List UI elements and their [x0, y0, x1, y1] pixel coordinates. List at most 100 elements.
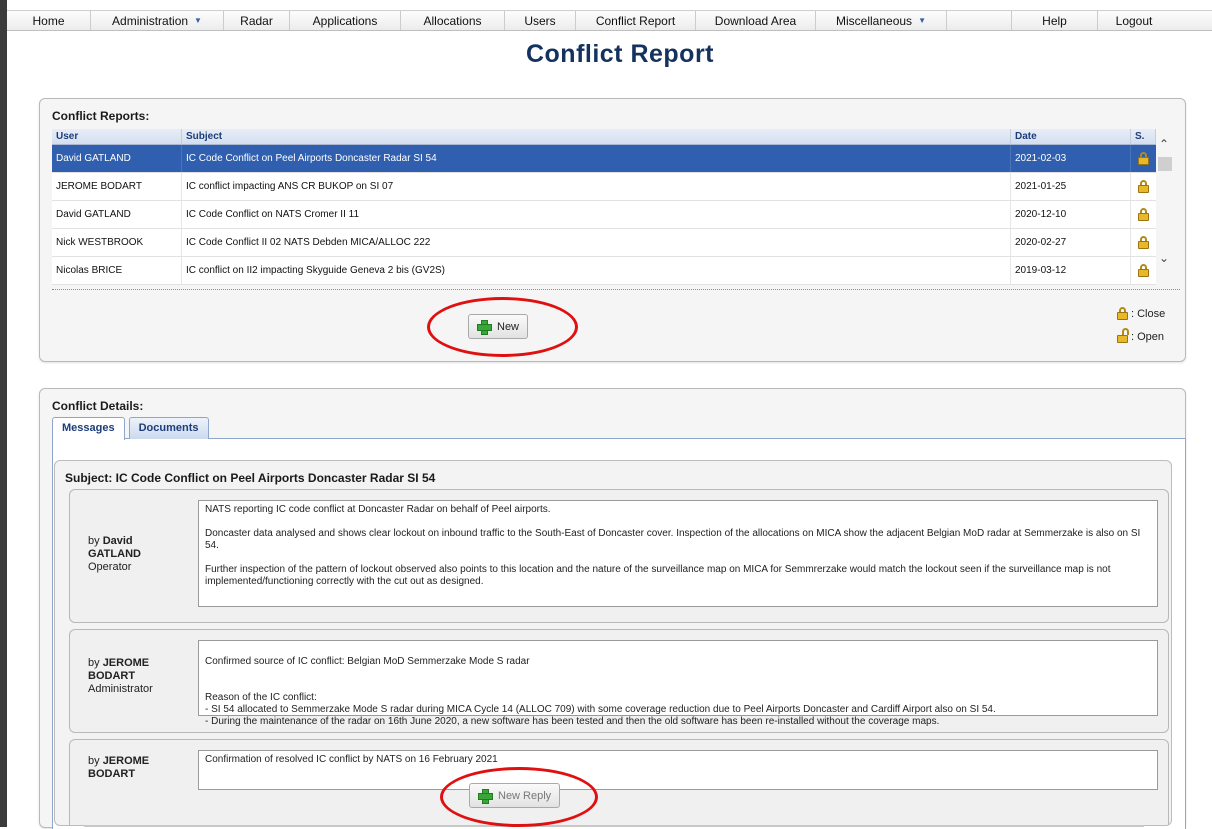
nav-label: Conflict Report: [595, 13, 676, 28]
column-header-subject[interactable]: Subject: [182, 129, 1011, 144]
cell-user: David GATLAND: [52, 201, 182, 228]
table-row[interactable]: JEROME BODART IC conflict impacting ANS …: [52, 173, 1156, 201]
cell-status: [1131, 201, 1156, 228]
new-reply-label: New Reply: [498, 789, 552, 802]
new-button-label: New: [497, 320, 520, 333]
nav-administration[interactable]: Administration ▼: [91, 11, 224, 30]
nav-help[interactable]: Help: [1012, 11, 1098, 30]
window-left-edge: [0, 0, 7, 827]
legend-open-label: : Open: [1131, 330, 1165, 343]
cell-subject: IC Code Conflict on NATS Cromer II 11: [182, 201, 1011, 228]
message-card: by David GATLAND Operator NATS reporting…: [69, 489, 1169, 623]
top-navigation: Home Administration ▼ Radar Applications …: [7, 10, 1212, 31]
author-prefix: by: [88, 535, 100, 547]
nav-label: Administration: [112, 13, 189, 28]
message-body: NATS reporting IC code conflict at Donca…: [198, 500, 1158, 607]
nav-conflict-report[interactable]: Conflict Report: [576, 11, 696, 30]
new-report-button[interactable]: New: [468, 314, 529, 339]
nav-home[interactable]: Home: [7, 11, 91, 30]
message-paragraph: NATS reporting IC code conflict at Donca…: [205, 504, 551, 515]
nav-label: Miscellaneous: [836, 13, 913, 28]
cell-status: [1131, 173, 1156, 200]
new-reply-button[interactable]: New Reply: [469, 783, 561, 808]
nav-label: Users: [524, 13, 556, 28]
nav-allocations[interactable]: Allocations: [401, 11, 505, 30]
subject-panel: Subject: IC Code Conflict on Peel Airpor…: [54, 460, 1172, 826]
nav-label: Help: [1042, 13, 1067, 28]
lock-closed-icon: [1138, 263, 1149, 277]
message-card: by JEROME BODART Confirmation of resolve…: [69, 739, 1169, 825]
scrollbar-thumb[interactable]: [1158, 157, 1172, 171]
message-paragraph: Reason of the IC conflict: - SI 54 alloc…: [205, 692, 996, 727]
conflict-reports-table: User Subject Date S. David GATLAND IC Co…: [52, 129, 1156, 285]
message-author: by JEROME BODART Administrator: [88, 657, 188, 696]
nav-radar[interactable]: Radar: [224, 11, 290, 30]
cell-user: JEROME BODART: [52, 173, 182, 200]
cell-date: 2020-02-27: [1011, 229, 1131, 256]
cell-date: 2019-03-12: [1011, 257, 1131, 284]
column-header-user[interactable]: User: [52, 129, 182, 144]
separator: [52, 289, 1180, 290]
nav-logout[interactable]: Logout: [1098, 11, 1170, 30]
legend-close-label: : Close: [1131, 307, 1166, 320]
cell-status: [1131, 229, 1156, 256]
author-role: Administrator: [88, 683, 153, 695]
message-paragraph: Confirmed source of IC conflict: Belgian…: [205, 656, 530, 667]
cell-user: David GATLAND: [52, 145, 182, 172]
nav-download-area[interactable]: Download Area: [696, 11, 816, 30]
subject-title: Subject: IC Code Conflict on Peel Airpor…: [65, 471, 436, 485]
nav-label: Download Area: [714, 13, 797, 28]
cell-subject: IC Code Conflict on Peel Airports Doncas…: [182, 145, 1011, 172]
table-row[interactable]: David GATLAND IC Code Conflict on NATS C…: [52, 201, 1156, 229]
nav-label: Radar: [240, 13, 273, 28]
lock-open-icon: [1117, 328, 1129, 343]
table-row[interactable]: Nick WESTBROOK IC Code Conflict II 02 NA…: [52, 229, 1156, 257]
nav-applications[interactable]: Applications: [290, 11, 401, 30]
cell-status: [1131, 145, 1156, 172]
lock-closed-icon: [1138, 179, 1149, 193]
page-title: Conflict Report: [525, 40, 715, 68]
column-header-status[interactable]: S.: [1131, 129, 1156, 144]
chevron-down-icon: ▼: [194, 16, 202, 25]
lock-closed-icon: [1138, 235, 1149, 249]
legend-close: : Close: [1117, 307, 1165, 320]
plus-icon: [477, 320, 492, 335]
nav-spacer: [947, 11, 1012, 30]
legend-open: : Open: [1117, 328, 1165, 343]
message-body: Confirmed source of IC conflict: Belgian…: [198, 640, 1158, 727]
nav-label: Applications: [312, 13, 378, 28]
cell-user: Nicolas BRICE: [52, 257, 182, 284]
author-prefix: by: [88, 657, 100, 669]
tab-divider: [52, 438, 1186, 439]
chevron-up-icon[interactable]: ⌃: [1156, 137, 1172, 151]
cell-date: 2020-12-10: [1011, 201, 1131, 228]
lock-closed-icon: [1138, 207, 1149, 221]
table-row[interactable]: Nicolas BRICE IC conflict on II2 impacti…: [52, 257, 1156, 285]
tab-documents[interactable]: Documents: [128, 417, 209, 439]
nav-label: Allocations: [423, 13, 482, 28]
cell-date: 2021-01-25: [1011, 173, 1131, 200]
table-header: User Subject Date S.: [52, 129, 1156, 145]
message-author: by JEROME BODART: [88, 755, 188, 781]
conflict-reports-title: Conflict Reports:: [52, 109, 150, 123]
conflict-details-title: Conflict Details:: [52, 399, 144, 413]
author-role: Operator: [88, 561, 132, 573]
message-paragraph: Doncaster data analysed and shows clear …: [205, 528, 1141, 551]
nav-users[interactable]: Users: [505, 11, 576, 30]
lock-closed-icon: [1138, 151, 1149, 165]
cell-user: Nick WESTBROOK: [52, 229, 182, 256]
nav-miscellaneous[interactable]: Miscellaneous ▼: [816, 11, 947, 30]
cell-subject: IC conflict on II2 impacting Skyguide Ge…: [182, 257, 1011, 284]
chevron-down-icon[interactable]: ⌄: [1156, 251, 1172, 265]
message-card: by JEROME BODART Administrator Confirmed…: [69, 629, 1169, 733]
message-body: Confirmation of resolved IC conflict by …: [198, 750, 1158, 790]
lock-closed-icon: [1117, 307, 1128, 320]
table-row[interactable]: David GATLAND IC Code Conflict on Peel A…: [52, 145, 1156, 173]
table-scrollbar[interactable]: ⌃ ⌄: [1156, 129, 1172, 287]
nav-label: Home: [32, 13, 65, 28]
nav-label: Logout: [1115, 13, 1153, 28]
details-tabs: Messages Documents: [52, 417, 209, 440]
tab-messages[interactable]: Messages: [52, 417, 125, 440]
column-header-date[interactable]: Date: [1011, 129, 1131, 144]
plus-icon: [478, 789, 493, 804]
